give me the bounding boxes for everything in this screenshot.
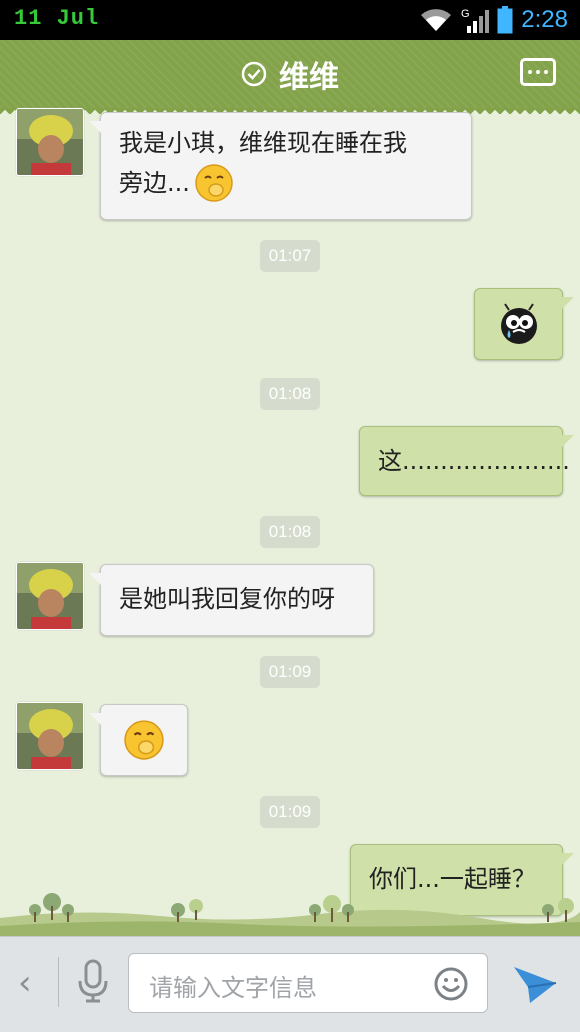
signal-icon: G [461,8,490,33]
input-placeholder: 请输入文字信息 [149,974,317,1002]
input-bar: ‹ 请输入文字信息 [0,936,580,1032]
send-icon[interactable] [512,963,558,1005]
message-bubble[interactable]: 我是小琪，维维现在睡在我 旁边... [89,112,472,220]
message-text: 是她叫我回复你的呀 [119,585,335,613]
network-type: G [461,8,470,20]
chat-title: 维维 [279,60,339,95]
status-icons: G 2:28 [419,4,568,36]
microphone-icon[interactable] [76,959,110,1003]
wifi-icon [421,9,452,31]
avatar-image [17,703,83,769]
avatar[interactable] [16,562,84,630]
check-circle-icon [241,61,267,87]
timestamp: 01:08 [260,516,320,548]
landscape-decoration [0,893,580,936]
message-text: 旁边... [119,169,190,197]
message-bubble[interactable] [89,704,188,776]
more-options-button[interactable] [520,58,556,86]
collapse-arrow-button[interactable]: ‹ [18,963,32,1003]
emoji-button-icon[interactable] [433,966,469,1002]
timestamp: 01:07 [260,240,320,272]
chat-header: 维维 [0,40,580,114]
message-bubble[interactable]: 这...................... [359,426,574,496]
shy-emoji [124,720,164,760]
battery-icon [497,6,513,34]
avatar[interactable] [16,702,84,770]
avatar-image [17,563,83,629]
timestamp: 01:09 [260,796,320,828]
message-text: 这...................... [378,447,570,475]
message-input[interactable]: 请输入文字信息 [128,953,488,1013]
timestamp: 01:09 [260,656,320,688]
crying-ball-emoji [500,303,537,344]
avatar-image [17,109,83,175]
avatar[interactable] [16,108,84,176]
status-time: 2:28 [521,6,568,33]
more-dots-icon [528,70,532,74]
message-bubble[interactable]: 是她叫我回复你的呀 [89,564,374,636]
status-date: 11 Jul [14,6,100,31]
shy-emoji [195,164,233,202]
divider [58,957,59,1007]
status-bar: 11 Jul G 2:28 [0,0,580,40]
timestamp: 01:08 [260,378,320,410]
message-bubble[interactable] [474,288,574,360]
message-text: 我是小琪，维维现在睡在我 [119,129,407,157]
